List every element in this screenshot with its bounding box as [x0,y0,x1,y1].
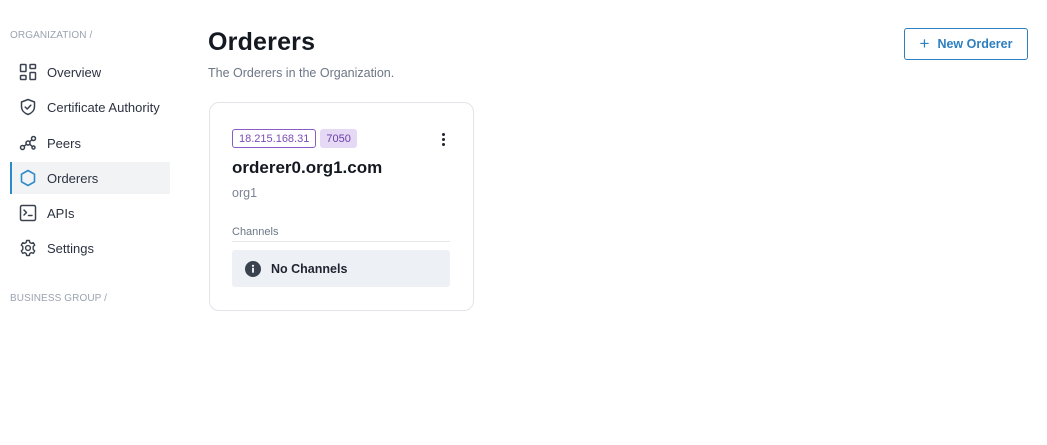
empty-channels-alert: No Channels [232,250,450,287]
organization-section-label: ORGANIZATION / [10,30,93,41]
sidebar-item-overview[interactable]: Overview [10,56,170,88]
sidebar-item-label: Peers [47,135,81,151]
new-orderer-button-label: New Orderer [937,37,1013,51]
empty-channels-text: No Channels [271,261,348,276]
port-tag: 7050 [320,129,357,148]
new-orderer-button[interactable]: + New Orderer [904,28,1028,60]
sidebar-item-orderers[interactable]: Orderers [10,162,170,194]
business-group-section-label: BUSINESS GROUP / [10,293,107,304]
page-subtitle: The Orderers in the Organization. [208,66,395,80]
gear-icon [18,238,38,258]
orderer-card[interactable]: 18.215.168.31 7050 orderer0.org1.com org… [209,102,474,311]
sidebar-item-label: Orderers [47,170,99,186]
sidebar-item-label: Certificate Authority [47,99,160,115]
hexagon-icon [18,168,38,188]
sidebar-item-certificate-authority[interactable]: Certificate Authority [10,91,170,123]
grid-icon [18,62,38,82]
orderer-org: org1 [232,186,258,200]
shield-check-icon [18,97,38,117]
sidebar-item-peers[interactable]: Peers [10,127,170,159]
ip-address-tag: 18.215.168.31 [232,129,317,148]
sidebar-item-settings[interactable]: Settings [10,232,170,264]
sidebar-item-apis[interactable]: APIs [10,197,170,229]
plus-icon: + [919,34,930,53]
sidebar-item-label: Settings [47,240,94,256]
endpoint-tags: 18.215.168.31 7050 [232,129,357,148]
page-title: Orderers [208,28,316,56]
terminal-icon [18,203,38,223]
nodes-icon [18,133,38,153]
info-icon [245,260,261,277]
divider [232,241,450,242]
orderer-name: orderer0.org1.com [232,158,383,177]
more-options-icon[interactable] [436,130,450,148]
channels-label: Channels [232,226,279,238]
sidebar: ORGANIZATION / Overview Certificate Auth… [0,0,180,445]
sidebar-item-label: APIs [47,205,75,221]
sidebar-item-label: Overview [47,64,102,80]
